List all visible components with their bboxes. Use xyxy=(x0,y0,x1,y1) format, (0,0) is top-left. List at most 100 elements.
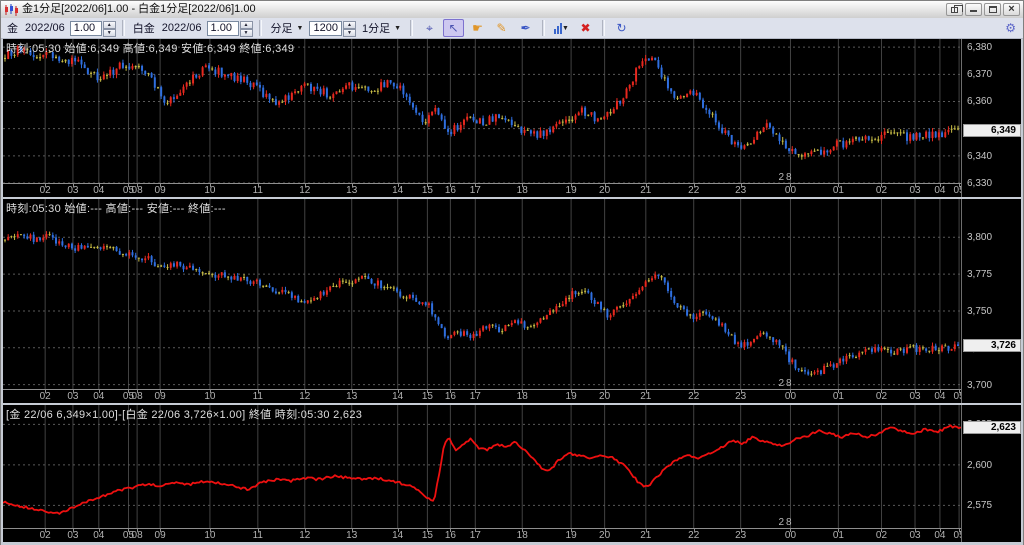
delete-chart-icon[interactable]: ✖ xyxy=(575,19,596,37)
x-axis-tick xyxy=(740,390,742,393)
x-axis-tick xyxy=(209,184,211,187)
x-axis-tick xyxy=(45,529,47,532)
x-axis-tick xyxy=(475,184,477,187)
x-axis-tick xyxy=(351,184,353,187)
x-axis-tick xyxy=(881,184,883,187)
minimize-button[interactable] xyxy=(965,3,982,16)
x-axis-tick xyxy=(397,390,399,393)
x-axis-tick xyxy=(128,390,130,393)
y-axis-price-label: 6,360 xyxy=(967,96,993,108)
platinum-multiplier-spinner[interactable]: 1.00 ▲ ▼ xyxy=(206,20,253,37)
x-axis-tick xyxy=(45,390,47,393)
pencil-icon[interactable]: ✎ xyxy=(491,19,512,37)
x-axis-tick xyxy=(693,529,695,532)
bar-chart-icon[interactable]: ▼ xyxy=(551,19,572,37)
close-button[interactable]: × xyxy=(1003,3,1020,16)
gold-price-axis: 6,349 6,3306,3406,3506,3606,3706,380 xyxy=(961,39,1021,197)
spread-chart-panel: [金 22/06 6,349×1.00]-[白金 22/06 3,726×1.0… xyxy=(3,405,1021,542)
pen-icon[interactable]: ✒ xyxy=(515,19,536,37)
charts-area: 時刻:05:30 始値:6,349 高値:6,349 安値:6,349 終値:6… xyxy=(1,39,1023,545)
gold-current-price-tag: 6,349 xyxy=(963,124,1021,138)
spin-up-icon[interactable]: ▲ xyxy=(102,20,116,29)
x-axis-tick xyxy=(645,529,647,532)
x-axis-tick xyxy=(72,529,74,532)
x-axis-tick xyxy=(838,529,840,532)
x-axis-tick xyxy=(427,184,429,187)
maximize-button[interactable] xyxy=(984,3,1001,16)
platinum-time-axis: 02 03 04 05 08 09 10 11 12 13 14 15 16 17 18 19 20 21 22 23… xyxy=(3,389,961,403)
x-axis-tick xyxy=(450,390,452,393)
gold-multiplier-spinner[interactable]: 1.00 ▲ ▼ xyxy=(69,20,116,37)
gold-symbol-label: 金 xyxy=(7,23,18,35)
toolbar-separator xyxy=(121,20,125,36)
y-axis-price-label: 3,750 xyxy=(967,305,993,317)
x-axis-tick xyxy=(790,390,792,393)
x-axis-tick xyxy=(522,184,524,187)
x-axis-tick xyxy=(881,529,883,532)
x-axis-tick xyxy=(604,529,606,532)
x-axis-tick xyxy=(427,390,429,393)
x-axis-tick xyxy=(959,390,961,393)
spread-plot[interactable]: [金 22/06 6,349×1.00]-[白金 22/06 3,726×1.0… xyxy=(3,405,961,528)
spin-down-icon[interactable]: ▼ xyxy=(239,28,253,37)
x-axis-tick xyxy=(257,184,259,187)
toolbar-separator xyxy=(602,20,606,36)
x-axis-tick xyxy=(959,184,961,187)
refresh-icon[interactable]: ↻ xyxy=(611,19,632,37)
x-axis-tick xyxy=(160,390,162,393)
x-axis-tick xyxy=(209,390,211,393)
x-axis-tick xyxy=(790,529,792,532)
bar-count-spinner[interactable]: 1200 ▲ ▼ xyxy=(309,20,356,37)
x-axis-tick xyxy=(450,184,452,187)
x-axis-tick xyxy=(645,184,647,187)
x-axis-tick xyxy=(790,184,792,187)
float-window-button[interactable] xyxy=(946,3,963,16)
settings-wrench-icon[interactable]: ⚙ xyxy=(1005,21,1016,35)
x-axis-tick xyxy=(351,529,353,532)
date-label: 28 xyxy=(778,378,794,389)
select-arrow-icon[interactable]: ↖ xyxy=(443,19,465,37)
interval-dropdown[interactable]: 1分足 ▼ xyxy=(359,19,404,37)
y-axis-price-label: 2,575 xyxy=(967,500,993,512)
track-cursor-icon[interactable]: ⌖ xyxy=(419,19,440,37)
bar-type-dropdown[interactable]: 分足 ▼ xyxy=(268,19,307,37)
x-axis-tick xyxy=(450,529,452,532)
toolbar-separator xyxy=(410,20,414,36)
y-axis-price-label: 6,380 xyxy=(967,42,993,54)
spin-up-icon[interactable]: ▲ xyxy=(342,20,356,29)
x-axis-tick xyxy=(137,529,139,532)
x-axis-tick xyxy=(160,184,162,187)
x-axis-tick xyxy=(838,184,840,187)
gold-plot[interactable]: 時刻:05:30 始値:6,349 高値:6,349 安値:6,349 終値:6… xyxy=(3,39,961,183)
spin-up-icon[interactable]: ▲ xyxy=(239,20,253,29)
gold-contract-label: 2022/06 xyxy=(25,22,65,34)
spin-down-icon[interactable]: ▼ xyxy=(102,28,116,37)
spin-down-icon[interactable]: ▼ xyxy=(342,28,356,37)
x-axis-tick xyxy=(72,390,74,393)
window-title: 金1分足[2022/06]1.00 - 白金1分足[2022/06]1.00 xyxy=(22,3,256,15)
titlebar[interactable]: 金1分足[2022/06]1.00 - 白金1分足[2022/06]1.00 × xyxy=(1,1,1023,18)
x-axis-tick xyxy=(427,529,429,532)
y-axis-price-label: 3,775 xyxy=(967,269,993,281)
x-axis-tick xyxy=(128,529,130,532)
x-axis-tick xyxy=(915,390,917,393)
x-axis-tick xyxy=(397,184,399,187)
x-axis-tick xyxy=(915,529,917,532)
platinum-plot[interactable]: 時刻:05:30 始値:--- 高値:--- 安値:--- 終値:--- 28 xyxy=(3,199,961,389)
x-axis-tick xyxy=(98,184,100,187)
pan-hand-icon[interactable]: ☛ xyxy=(467,19,488,37)
gold-chart-panel: 時刻:05:30 始値:6,349 高値:6,349 安値:6,349 終値:6… xyxy=(3,39,1021,197)
y-axis-price-label: 3,700 xyxy=(967,379,993,391)
x-axis-tick xyxy=(397,529,399,532)
x-axis-tick xyxy=(838,390,840,393)
x-axis-tick xyxy=(645,390,647,393)
x-axis-tick xyxy=(98,529,100,532)
y-axis-price-label: 3,800 xyxy=(967,232,993,244)
y-axis-price-label: 6,340 xyxy=(967,150,993,162)
x-axis-tick xyxy=(137,184,139,187)
x-axis-tick xyxy=(939,184,941,187)
x-axis-tick xyxy=(939,390,941,393)
x-axis-tick xyxy=(475,390,477,393)
x-axis-tick xyxy=(604,184,606,187)
x-axis-tick xyxy=(257,390,259,393)
